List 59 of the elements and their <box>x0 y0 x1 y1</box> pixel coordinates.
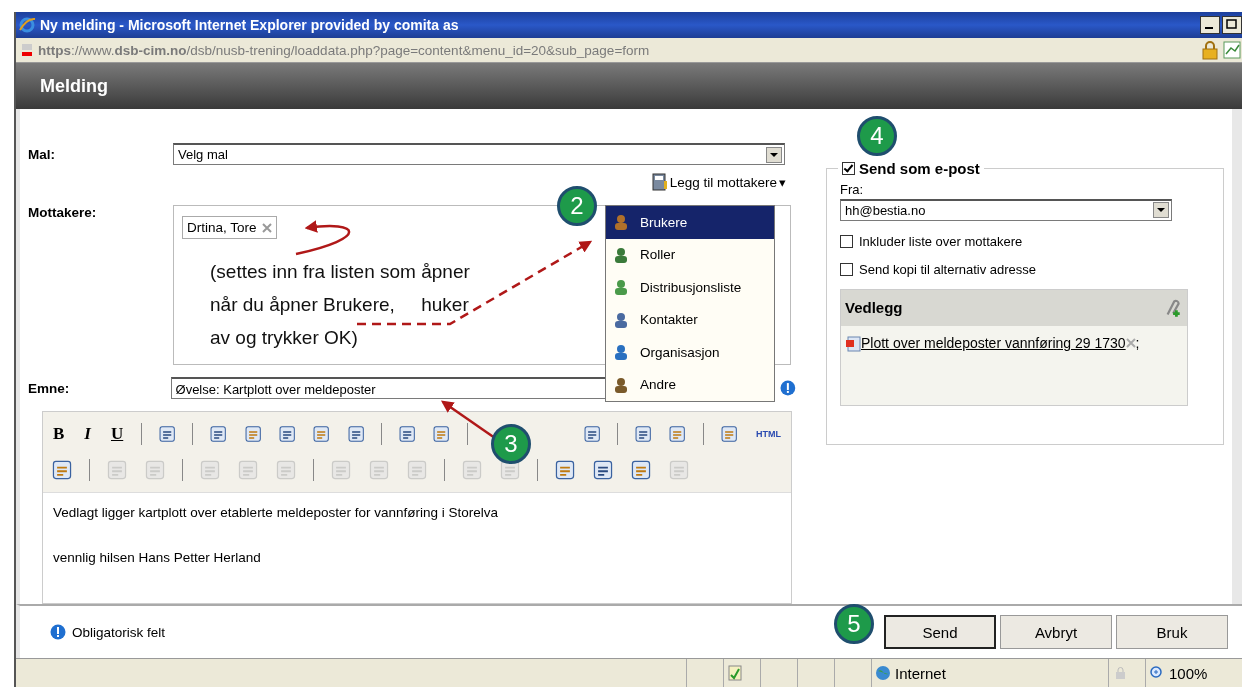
lock-icon[interactable] <box>1200 40 1220 60</box>
maximize-icon[interactable] <box>1222 16 1242 34</box>
template-select[interactable]: Velg mal <box>173 143 785 165</box>
page-icon <box>20 43 34 57</box>
menu-item[interactable]: Kontakter <box>606 303 774 336</box>
checkbox-label: Send kopi til alternativ adresse <box>859 261 1037 277</box>
warning-page-icon <box>727 665 743 681</box>
file-icon <box>845 335 861 352</box>
add-recipients-button[interactable]: Legg til mottakere▾ <box>651 171 786 193</box>
browser-logo-icon <box>18 16 36 34</box>
document-icon[interactable] <box>158 423 177 445</box>
format-button[interactable]: I <box>82 424 93 444</box>
checkbox[interactable] <box>840 234 853 248</box>
required-note: Obligatorisk felt <box>72 624 167 640</box>
page-header: Melding <box>16 63 1242 109</box>
person-icon <box>612 245 630 264</box>
field-label: Emne: <box>27 380 71 396</box>
html-button[interactable]: HTML <box>754 429 783 439</box>
step-badge: 2 <box>557 186 597 226</box>
format-button[interactable]: B <box>51 424 67 444</box>
annotation-text: (settes inn fra listen som åpner når du åpner Brukere, huker av og trykker OK) <box>210 260 470 350</box>
person-icon <box>612 278 630 297</box>
field-label: Mal: <box>27 146 56 162</box>
menu-item[interactable]: Roller <box>606 238 774 271</box>
attachments-title: Vedlegg <box>845 299 903 316</box>
person-icon <box>612 375 630 394</box>
person-icon <box>612 310 630 329</box>
dialog-button[interactable]: Avbryt <box>1000 615 1112 649</box>
globe-icon <box>875 665 891 681</box>
format-button[interactable]: U <box>108 424 126 444</box>
info-icon <box>780 380 796 396</box>
checkbox-label: Inkluder liste over mottakere <box>859 233 1023 249</box>
sender-select[interactable]: hh@bestia.no <box>840 198 1172 221</box>
person-icon <box>612 343 630 362</box>
step-badge: 4 <box>857 116 897 156</box>
checkbox-label: Send som e-post <box>859 159 980 177</box>
window-title: Ny melding - Microsoft Internet Explorer provided by comita as <box>40 17 460 33</box>
dialog-button[interactable]: Bruk <box>1116 615 1228 649</box>
scrollbar[interactable] <box>1232 109 1242 604</box>
minimize-icon[interactable] <box>1200 16 1220 34</box>
checkbox[interactable] <box>842 161 855 175</box>
security-zone-text: Internet <box>895 664 946 682</box>
person-icon <box>612 213 630 232</box>
zoom-icon[interactable] <box>1149 665 1165 681</box>
zoom-level[interactable]: 100% <box>1169 664 1208 682</box>
dialog-button[interactable]: Send <box>884 615 996 649</box>
info-icon <box>50 624 66 640</box>
attachment-link[interactable]: Plott over meldeposter vannføring 29 1730 <box>861 334 1126 351</box>
checkbox[interactable] <box>840 262 853 276</box>
field-label: Fra: <box>840 181 865 197</box>
address-book-icon <box>651 173 668 191</box>
menu-item[interactable]: Brukere <box>606 206 774 239</box>
curved-arrow <box>295 220 351 256</box>
field-label: Mottakere: <box>27 205 98 220</box>
chart-icon[interactable] <box>1222 40 1242 60</box>
separator-text: ; <box>1135 334 1140 351</box>
menu-item[interactable]: Distribusjonsliste <box>606 271 774 304</box>
recipient-chip[interactable]: Drtina, Tore <box>182 216 277 239</box>
remove-icon[interactable] <box>261 222 272 233</box>
